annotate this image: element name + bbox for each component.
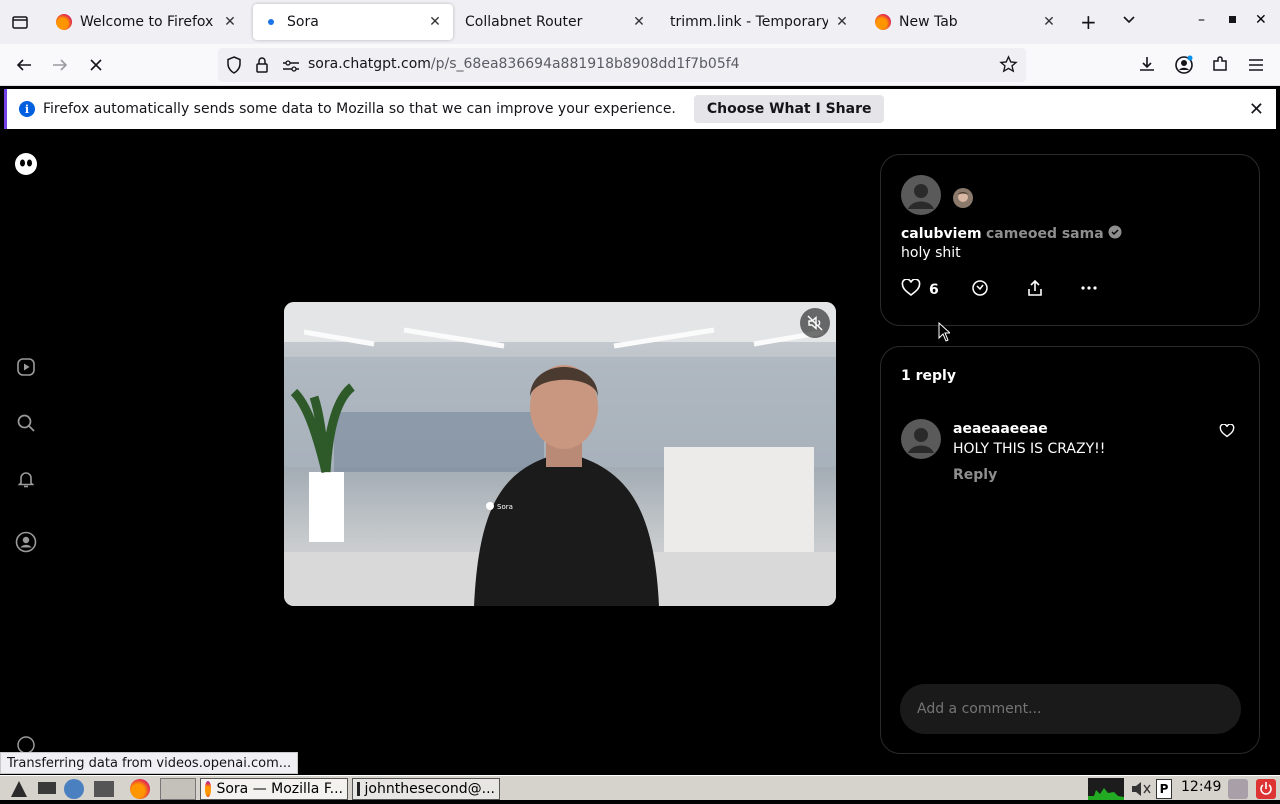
- verified-badge-icon: [1108, 225, 1122, 243]
- notifications-bell-icon[interactable]: [14, 467, 38, 491]
- taskbar-window-label: Sora — Mozilla F...: [216, 781, 343, 797]
- replies-card: 1 reply aeaeaaeeae HOLY THIS IS CRAZY!! …: [880, 346, 1260, 754]
- reply-text: HOLY THIS IS CRAZY!!: [953, 441, 1106, 457]
- remix-icon[interactable]: [971, 279, 989, 301]
- share-icon[interactable]: [1026, 279, 1044, 301]
- tab-list-icon[interactable]: [10, 12, 30, 32]
- close-tab-icon[interactable]: ✕: [222, 14, 238, 30]
- post-action: cameoed sama: [986, 226, 1104, 242]
- network-icon[interactable]: [64, 779, 84, 799]
- reply-button[interactable]: Reply: [953, 467, 997, 483]
- close-window-icon[interactable]: ✕: [1255, 12, 1267, 28]
- tab-welcome[interactable]: Welcome to Firefox ✕: [46, 4, 248, 40]
- bookmark-star-icon[interactable]: [999, 55, 1018, 78]
- taskbar-window-firefox[interactable]: Sora — Mozilla F...: [200, 778, 348, 800]
- tab-new[interactable]: New Tab ✕: [865, 4, 1067, 40]
- sora-logo-icon[interactable]: [14, 152, 38, 176]
- tab-label: Welcome to Firefox: [80, 14, 214, 30]
- start-menu-icon[interactable]: [8, 779, 30, 799]
- heart-icon: [901, 278, 921, 301]
- tab-label: New Tab: [899, 14, 958, 30]
- loading-icon: [263, 14, 279, 30]
- info-icon: i: [19, 101, 35, 117]
- like-button[interactable]: 6: [901, 278, 939, 301]
- close-notification-icon[interactable]: ✕: [1249, 99, 1264, 120]
- firefox-icon: [205, 781, 212, 797]
- mouse-cursor-icon: [938, 321, 952, 346]
- tab-trimm[interactable]: trimm.link - Temporary U ✕: [660, 4, 860, 40]
- terminal-icon: [357, 782, 360, 796]
- avatar[interactable]: [901, 175, 941, 215]
- url-path: /p/s_68ea836694a881918b8908dd1f7b05f4: [430, 56, 740, 72]
- clock[interactable]: 12:49: [1181, 779, 1221, 795]
- stop-loading-icon[interactable]: [84, 53, 108, 77]
- firefox-icon: [56, 14, 72, 30]
- os-taskbar: Sora — Mozilla F... johnthesecond@... P …: [0, 775, 1280, 800]
- reply-item: aeaeaaeeae HOLY THIS IS CRAZY!! Reply: [901, 419, 1241, 489]
- new-tab-icon[interactable]: +: [1080, 10, 1097, 34]
- avatar[interactable]: [901, 419, 941, 459]
- forward-icon[interactable]: [48, 53, 72, 77]
- taskbar-window-terminal[interactable]: johnthesecond@...: [352, 778, 500, 800]
- tab-sora[interactable]: Sora ✕: [253, 4, 453, 40]
- notification-message: Firefox automatically sends some data to…: [43, 101, 676, 117]
- profile-icon[interactable]: [14, 530, 38, 554]
- taskbar-window-label: johnthesecond@...: [364, 781, 495, 797]
- volume-icon[interactable]: [1130, 780, 1152, 802]
- telemetry-notification: i Firefox automatically sends some data …: [4, 89, 1276, 129]
- video-player[interactable]: Sora: [284, 302, 836, 606]
- comment-input[interactable]: [900, 684, 1241, 734]
- tab-label: Collabnet Router: [465, 14, 583, 30]
- power-icon[interactable]: [1256, 779, 1276, 799]
- lock-icon[interactable]: [255, 56, 269, 78]
- tab-label: Sora: [287, 14, 319, 30]
- clipboard-icon[interactable]: P: [1156, 779, 1172, 799]
- maximize-icon[interactable]: [1229, 16, 1236, 23]
- show-desktop-icon[interactable]: [38, 782, 56, 794]
- reply-like-heart-icon[interactable]: [1219, 423, 1235, 442]
- reply-username[interactable]: aeaeaaeeae: [953, 421, 1048, 437]
- videos-icon[interactable]: [14, 355, 38, 379]
- downloads-icon[interactable]: [1138, 55, 1156, 77]
- permissions-icon[interactable]: [282, 58, 300, 77]
- close-tab-icon[interactable]: ✕: [1041, 14, 1057, 30]
- cpu-monitor: [1088, 778, 1124, 800]
- svg-text:Sora: Sora: [497, 503, 513, 511]
- post-card: calubviem cameoed sama holy shit 6: [880, 154, 1260, 326]
- tab-collabnet[interactable]: Collabnet Router ✕: [455, 4, 657, 40]
- close-tab-icon[interactable]: ✕: [631, 14, 647, 30]
- status-bar: Transferring data from videos.openai.com…: [0, 752, 299, 774]
- back-icon[interactable]: [12, 53, 36, 77]
- replies-header: 1 reply: [901, 368, 956, 384]
- menu-icon[interactable]: [1248, 57, 1264, 76]
- tracking-shield-icon[interactable]: [226, 56, 242, 78]
- choose-what-i-share-button[interactable]: Choose What I Share: [693, 95, 885, 123]
- close-tab-icon[interactable]: ✕: [427, 14, 443, 30]
- video-frame: Sora: [284, 302, 836, 606]
- like-count: 6: [929, 282, 939, 298]
- file-manager-icon[interactable]: [94, 781, 114, 797]
- tab-overflow-icon[interactable]: [1120, 10, 1138, 32]
- tab-bar: Welcome to Firefox ✕ Sora ✕ Collabnet Ro…: [0, 0, 1280, 44]
- minimize-icon[interactable]: –: [1198, 12, 1205, 28]
- account-icon[interactable]: [1174, 55, 1194, 79]
- tab-label: trimm.link - Temporary U: [670, 14, 828, 30]
- post-username[interactable]: calubviem: [901, 226, 982, 242]
- firefox-launcher-icon[interactable]: [130, 779, 150, 799]
- search-icon[interactable]: [14, 411, 38, 435]
- sora-page: Sora calubviem cameoed sama holy shit 6: [0, 133, 1280, 775]
- user-icon[interactable]: [1228, 779, 1248, 799]
- url-text[interactable]: sora.chatgpt.com/p/s_68ea836694a881918b8…: [308, 56, 740, 72]
- post-caption: holy shit: [901, 245, 961, 261]
- extensions-icon[interactable]: [1211, 55, 1229, 77]
- more-icon[interactable]: [1080, 279, 1098, 301]
- url-host: sora.chatgpt.com: [308, 56, 431, 72]
- workspace-switcher[interactable]: [160, 778, 196, 800]
- firefox-icon: [875, 14, 891, 30]
- cameo-avatar[interactable]: [953, 188, 973, 208]
- post-author-line: calubviem cameoed sama: [901, 225, 1122, 243]
- muted-icon[interactable]: [800, 308, 830, 338]
- close-tab-icon[interactable]: ✕: [834, 14, 850, 30]
